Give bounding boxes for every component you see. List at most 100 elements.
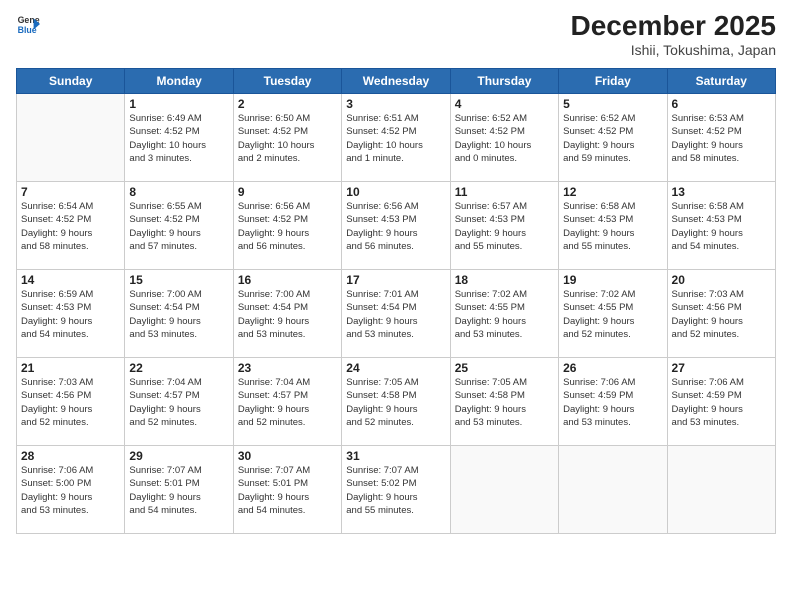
cell-w4-d2: 23Sunrise: 7:04 AM Sunset: 4:57 PM Dayli… (233, 358, 341, 446)
day-number: 14 (21, 273, 120, 287)
logo: General Blue (16, 12, 40, 36)
cell-w3-d5: 19Sunrise: 7:02 AM Sunset: 4:55 PM Dayli… (559, 270, 667, 358)
cell-w3-d0: 14Sunrise: 6:59 AM Sunset: 4:53 PM Dayli… (17, 270, 125, 358)
day-number: 21 (21, 361, 120, 375)
day-info: Sunrise: 6:52 AM Sunset: 4:52 PM Dayligh… (455, 112, 554, 165)
day-info: Sunrise: 6:59 AM Sunset: 4:53 PM Dayligh… (21, 288, 120, 341)
cell-w5-d2: 30Sunrise: 7:07 AM Sunset: 5:01 PM Dayli… (233, 446, 341, 534)
header-thursday: Thursday (450, 69, 558, 94)
day-number: 27 (672, 361, 771, 375)
day-info: Sunrise: 7:07 AM Sunset: 5:02 PM Dayligh… (346, 464, 445, 517)
day-number: 7 (21, 185, 120, 199)
header: General Blue December 2025 Ishii, Tokush… (16, 12, 776, 58)
day-number: 20 (672, 273, 771, 287)
cell-w2-d3: 10Sunrise: 6:56 AM Sunset: 4:53 PM Dayli… (342, 182, 450, 270)
day-info: Sunrise: 6:49 AM Sunset: 4:52 PM Dayligh… (129, 112, 228, 165)
cell-w4-d4: 25Sunrise: 7:05 AM Sunset: 4:58 PM Dayli… (450, 358, 558, 446)
cell-w4-d1: 22Sunrise: 7:04 AM Sunset: 4:57 PM Dayli… (125, 358, 233, 446)
cell-w4-d0: 21Sunrise: 7:03 AM Sunset: 4:56 PM Dayli… (17, 358, 125, 446)
day-info: Sunrise: 7:03 AM Sunset: 4:56 PM Dayligh… (21, 376, 120, 429)
header-sunday: Sunday (17, 69, 125, 94)
day-number: 30 (238, 449, 337, 463)
cell-w5-d1: 29Sunrise: 7:07 AM Sunset: 5:01 PM Dayli… (125, 446, 233, 534)
day-number: 1 (129, 97, 228, 111)
header-saturday: Saturday (667, 69, 775, 94)
day-info: Sunrise: 7:06 AM Sunset: 4:59 PM Dayligh… (672, 376, 771, 429)
cell-w3-d6: 20Sunrise: 7:03 AM Sunset: 4:56 PM Dayli… (667, 270, 775, 358)
day-number: 15 (129, 273, 228, 287)
day-number: 11 (455, 185, 554, 199)
cell-w4-d5: 26Sunrise: 7:06 AM Sunset: 4:59 PM Dayli… (559, 358, 667, 446)
header-tuesday: Tuesday (233, 69, 341, 94)
header-monday: Monday (125, 69, 233, 94)
cell-w4-d6: 27Sunrise: 7:06 AM Sunset: 4:59 PM Dayli… (667, 358, 775, 446)
cell-w1-d1: 1Sunrise: 6:49 AM Sunset: 4:52 PM Daylig… (125, 94, 233, 182)
cell-w1-d6: 6Sunrise: 6:53 AM Sunset: 4:52 PM Daylig… (667, 94, 775, 182)
day-info: Sunrise: 7:07 AM Sunset: 5:01 PM Dayligh… (238, 464, 337, 517)
page: General Blue December 2025 Ishii, Tokush… (0, 0, 792, 612)
header-wednesday: Wednesday (342, 69, 450, 94)
day-info: Sunrise: 6:52 AM Sunset: 4:52 PM Dayligh… (563, 112, 662, 165)
cell-w5-d6 (667, 446, 775, 534)
day-number: 10 (346, 185, 445, 199)
cell-w2-d5: 12Sunrise: 6:58 AM Sunset: 4:53 PM Dayli… (559, 182, 667, 270)
day-info: Sunrise: 7:04 AM Sunset: 4:57 PM Dayligh… (129, 376, 228, 429)
day-number: 24 (346, 361, 445, 375)
cell-w3-d4: 18Sunrise: 7:02 AM Sunset: 4:55 PM Dayli… (450, 270, 558, 358)
day-number: 26 (563, 361, 662, 375)
cell-w1-d2: 2Sunrise: 6:50 AM Sunset: 4:52 PM Daylig… (233, 94, 341, 182)
day-number: 25 (455, 361, 554, 375)
day-info: Sunrise: 7:05 AM Sunset: 4:58 PM Dayligh… (455, 376, 554, 429)
day-number: 31 (346, 449, 445, 463)
day-number: 29 (129, 449, 228, 463)
day-info: Sunrise: 7:04 AM Sunset: 4:57 PM Dayligh… (238, 376, 337, 429)
cell-w5-d0: 28Sunrise: 7:06 AM Sunset: 5:00 PM Dayli… (17, 446, 125, 534)
day-number: 12 (563, 185, 662, 199)
subtitle: Ishii, Tokushima, Japan (571, 42, 776, 58)
title-block: December 2025 Ishii, Tokushima, Japan (571, 12, 776, 58)
logo-icon: General Blue (16, 12, 40, 36)
cell-w2-d0: 7Sunrise: 6:54 AM Sunset: 4:52 PM Daylig… (17, 182, 125, 270)
day-info: Sunrise: 7:02 AM Sunset: 4:55 PM Dayligh… (563, 288, 662, 341)
day-info: Sunrise: 7:06 AM Sunset: 4:59 PM Dayligh… (563, 376, 662, 429)
month-title: December 2025 (571, 12, 776, 40)
cell-w2-d4: 11Sunrise: 6:57 AM Sunset: 4:53 PM Dayli… (450, 182, 558, 270)
day-info: Sunrise: 6:57 AM Sunset: 4:53 PM Dayligh… (455, 200, 554, 253)
cell-w3-d3: 17Sunrise: 7:01 AM Sunset: 4:54 PM Dayli… (342, 270, 450, 358)
cell-w2-d6: 13Sunrise: 6:58 AM Sunset: 4:53 PM Dayli… (667, 182, 775, 270)
day-info: Sunrise: 7:01 AM Sunset: 4:54 PM Dayligh… (346, 288, 445, 341)
weekday-header-row: Sunday Monday Tuesday Wednesday Thursday… (17, 69, 776, 94)
week-row-5: 28Sunrise: 7:06 AM Sunset: 5:00 PM Dayli… (17, 446, 776, 534)
cell-w3-d2: 16Sunrise: 7:00 AM Sunset: 4:54 PM Dayli… (233, 270, 341, 358)
day-number: 17 (346, 273, 445, 287)
day-info: Sunrise: 7:07 AM Sunset: 5:01 PM Dayligh… (129, 464, 228, 517)
day-number: 18 (455, 273, 554, 287)
day-number: 5 (563, 97, 662, 111)
day-number: 3 (346, 97, 445, 111)
cell-w5-d3: 31Sunrise: 7:07 AM Sunset: 5:02 PM Dayli… (342, 446, 450, 534)
day-info: Sunrise: 6:50 AM Sunset: 4:52 PM Dayligh… (238, 112, 337, 165)
day-number: 13 (672, 185, 771, 199)
day-number: 16 (238, 273, 337, 287)
day-info: Sunrise: 6:51 AM Sunset: 4:52 PM Dayligh… (346, 112, 445, 165)
cell-w2-d1: 8Sunrise: 6:55 AM Sunset: 4:52 PM Daylig… (125, 182, 233, 270)
day-number: 28 (21, 449, 120, 463)
cell-w4-d3: 24Sunrise: 7:05 AM Sunset: 4:58 PM Dayli… (342, 358, 450, 446)
cell-w1-d4: 4Sunrise: 6:52 AM Sunset: 4:52 PM Daylig… (450, 94, 558, 182)
day-number: 6 (672, 97, 771, 111)
cell-w5-d4 (450, 446, 558, 534)
day-info: Sunrise: 7:03 AM Sunset: 4:56 PM Dayligh… (672, 288, 771, 341)
day-info: Sunrise: 6:54 AM Sunset: 4:52 PM Dayligh… (21, 200, 120, 253)
cell-w3-d1: 15Sunrise: 7:00 AM Sunset: 4:54 PM Dayli… (125, 270, 233, 358)
day-info: Sunrise: 7:06 AM Sunset: 5:00 PM Dayligh… (21, 464, 120, 517)
day-info: Sunrise: 6:55 AM Sunset: 4:52 PM Dayligh… (129, 200, 228, 253)
cell-w1-d5: 5Sunrise: 6:52 AM Sunset: 4:52 PM Daylig… (559, 94, 667, 182)
day-number: 2 (238, 97, 337, 111)
day-info: Sunrise: 7:00 AM Sunset: 4:54 PM Dayligh… (129, 288, 228, 341)
day-number: 4 (455, 97, 554, 111)
week-row-1: 1Sunrise: 6:49 AM Sunset: 4:52 PM Daylig… (17, 94, 776, 182)
day-number: 9 (238, 185, 337, 199)
day-number: 22 (129, 361, 228, 375)
calendar-table: Sunday Monday Tuesday Wednesday Thursday… (16, 68, 776, 534)
day-info: Sunrise: 7:00 AM Sunset: 4:54 PM Dayligh… (238, 288, 337, 341)
